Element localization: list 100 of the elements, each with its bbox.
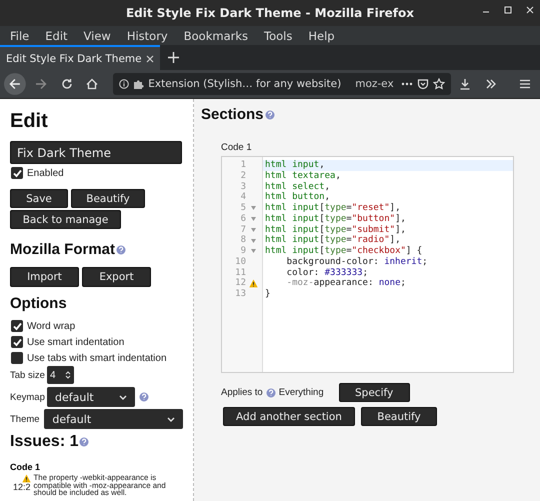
format-button[interactable]: Import bbox=[10, 267, 79, 287]
field-label: Tab size bbox=[10, 370, 43, 380]
url-text: moz-ex bbox=[355, 78, 395, 90]
menu-item[interactable]: Edit bbox=[37, 28, 76, 42]
checkbox[interactable] bbox=[11, 352, 23, 364]
issue-section-label: Code 1 bbox=[10, 462, 40, 472]
site-identity: Extension (Stylish… for any website) bbox=[148, 78, 342, 90]
tab-size-field[interactable]: 4 bbox=[47, 366, 74, 384]
gutter-row: 6 bbox=[222, 214, 262, 224]
code-line: html input[type="checkbox"] { bbox=[264, 246, 424, 257]
more-icon[interactable] bbox=[400, 82, 413, 86]
section-heading: Issues: 1 bbox=[10, 433, 78, 451]
page-heading: Edit bbox=[10, 110, 49, 133]
code-line: html textarea, bbox=[264, 170, 342, 182]
chevrons-icon[interactable] bbox=[485, 78, 498, 90]
help-icon[interactable] bbox=[139, 392, 149, 402]
code-label: Code 1 bbox=[221, 142, 252, 153]
gutter-row-text: 3 bbox=[240, 182, 247, 192]
theme-dropdown[interactable]: default bbox=[44, 409, 183, 429]
gutter-row-text: 2 bbox=[240, 170, 247, 182]
window-title: Edit Style Fix Dark Theme - Mozilla Firefox bbox=[126, 6, 414, 20]
checkbox[interactable] bbox=[11, 167, 23, 179]
help-icon[interactable] bbox=[79, 437, 90, 447]
field-label: Theme bbox=[10, 414, 40, 424]
gutter-row: 9 bbox=[222, 246, 262, 257]
checkbox-label: Use smart indentation bbox=[27, 336, 124, 348]
checkbox[interactable] bbox=[11, 320, 23, 332]
info-icon[interactable] bbox=[119, 79, 130, 89]
fold-icon[interactable] bbox=[250, 249, 256, 254]
plus-icon[interactable] bbox=[168, 52, 178, 63]
help-icon[interactable] bbox=[266, 388, 276, 398]
code-line: -moz-appearance: none; bbox=[286, 278, 407, 289]
code-line: } bbox=[264, 289, 272, 300]
help-icon[interactable] bbox=[116, 244, 126, 254]
back-button[interactable] bbox=[4, 73, 26, 95]
applies-value: Everything bbox=[278, 387, 324, 398]
close-icon[interactable] bbox=[526, 6, 534, 14]
menu-item[interactable]: File bbox=[2, 28, 38, 42]
section-heading: Options bbox=[10, 295, 67, 312]
caret-icon bbox=[167, 416, 175, 422]
caret-icon bbox=[119, 394, 127, 400]
menu-item[interactable]: Help bbox=[300, 28, 343, 42]
menu-item[interactable]: View bbox=[76, 28, 119, 42]
code-editor[interactable] bbox=[221, 156, 514, 373]
code-line: background-color: inherit; bbox=[286, 256, 429, 268]
fold-icon[interactable] bbox=[250, 217, 256, 222]
gutter-row-text: 13 bbox=[234, 289, 247, 300]
checkbox-label: Word wrap bbox=[27, 320, 76, 332]
back-to-manage-button[interactable]: Back to manage bbox=[10, 210, 121, 229]
star-icon[interactable] bbox=[432, 78, 445, 90]
download-icon[interactable] bbox=[459, 78, 472, 90]
gutter-row-text: 4 bbox=[240, 192, 247, 203]
beautify-button[interactable]: Beautify bbox=[361, 407, 437, 426]
gutter-row-text: 1 bbox=[240, 160, 247, 171]
checkbox[interactable] bbox=[11, 336, 23, 348]
warning-icon bbox=[22, 474, 31, 483]
maximize-icon[interactable] bbox=[504, 6, 512, 14]
checkbox-label: Use tabs with smart indentation bbox=[27, 352, 167, 364]
specify-button[interactable]: Specify bbox=[338, 383, 410, 402]
fold-icon[interactable] bbox=[250, 206, 256, 210]
menu-item[interactable]: History bbox=[118, 28, 176, 42]
code-line: html select, bbox=[264, 182, 332, 192]
gutter-row: 8 bbox=[222, 235, 262, 246]
gutter-row-text: 10 bbox=[234, 256, 247, 268]
applies-label: Applies to bbox=[221, 387, 263, 398]
fold-icon[interactable] bbox=[250, 238, 256, 243]
format-button[interactable]: Export bbox=[82, 267, 151, 287]
name-field[interactable]: Fix Dark Theme bbox=[10, 141, 182, 164]
beautify-button[interactable]: Beautify bbox=[71, 189, 145, 208]
field-label: Keymap bbox=[10, 392, 43, 402]
home-icon[interactable] bbox=[86, 78, 98, 90]
puzzle-icon bbox=[133, 78, 144, 90]
address-bar[interactable]: Extension (Stylish… for any website) moz-ex bbox=[113, 73, 451, 95]
add-section-button[interactable]: Add another section bbox=[223, 407, 355, 426]
checkbox-label: Enabled bbox=[27, 168, 64, 178]
save-button[interactable]: Save bbox=[10, 189, 68, 208]
warning-icon bbox=[248, 279, 258, 288]
forward-icon[interactable] bbox=[34, 78, 47, 90]
code-line: html input[type="submit"], bbox=[264, 224, 407, 235]
keymap-dropdown[interactable]: default bbox=[47, 387, 135, 407]
pocket-icon[interactable] bbox=[416, 78, 429, 90]
browser-tab[interactable]: Edit Style Fix Dark Theme bbox=[0, 45, 160, 70]
reload-icon[interactable] bbox=[60, 78, 73, 90]
gutter-row: 12 bbox=[222, 278, 262, 289]
gutter-row-text: 11 bbox=[234, 268, 247, 278]
section-heading: Mozilla Format bbox=[10, 241, 116, 258]
spinner-icon[interactable] bbox=[65, 370, 71, 380]
gutter-row: 7 bbox=[222, 224, 262, 236]
close-icon[interactable] bbox=[146, 54, 154, 62]
menu-icon[interactable] bbox=[519, 78, 532, 90]
gutter-row: 5 bbox=[222, 203, 262, 214]
code-line: html input[type="reset"], bbox=[264, 203, 402, 214]
fold-icon[interactable] bbox=[250, 228, 256, 232]
issue-location: 12:2 bbox=[13, 483, 31, 492]
code-line: color: #333333; bbox=[286, 268, 369, 278]
help-icon[interactable] bbox=[264, 110, 275, 120]
menu-item[interactable]: Tools bbox=[256, 28, 300, 42]
code-line: html input[type="button"], bbox=[264, 214, 407, 224]
menu-item[interactable]: Bookmarks bbox=[176, 28, 256, 42]
section-heading: Sections bbox=[201, 106, 264, 123]
